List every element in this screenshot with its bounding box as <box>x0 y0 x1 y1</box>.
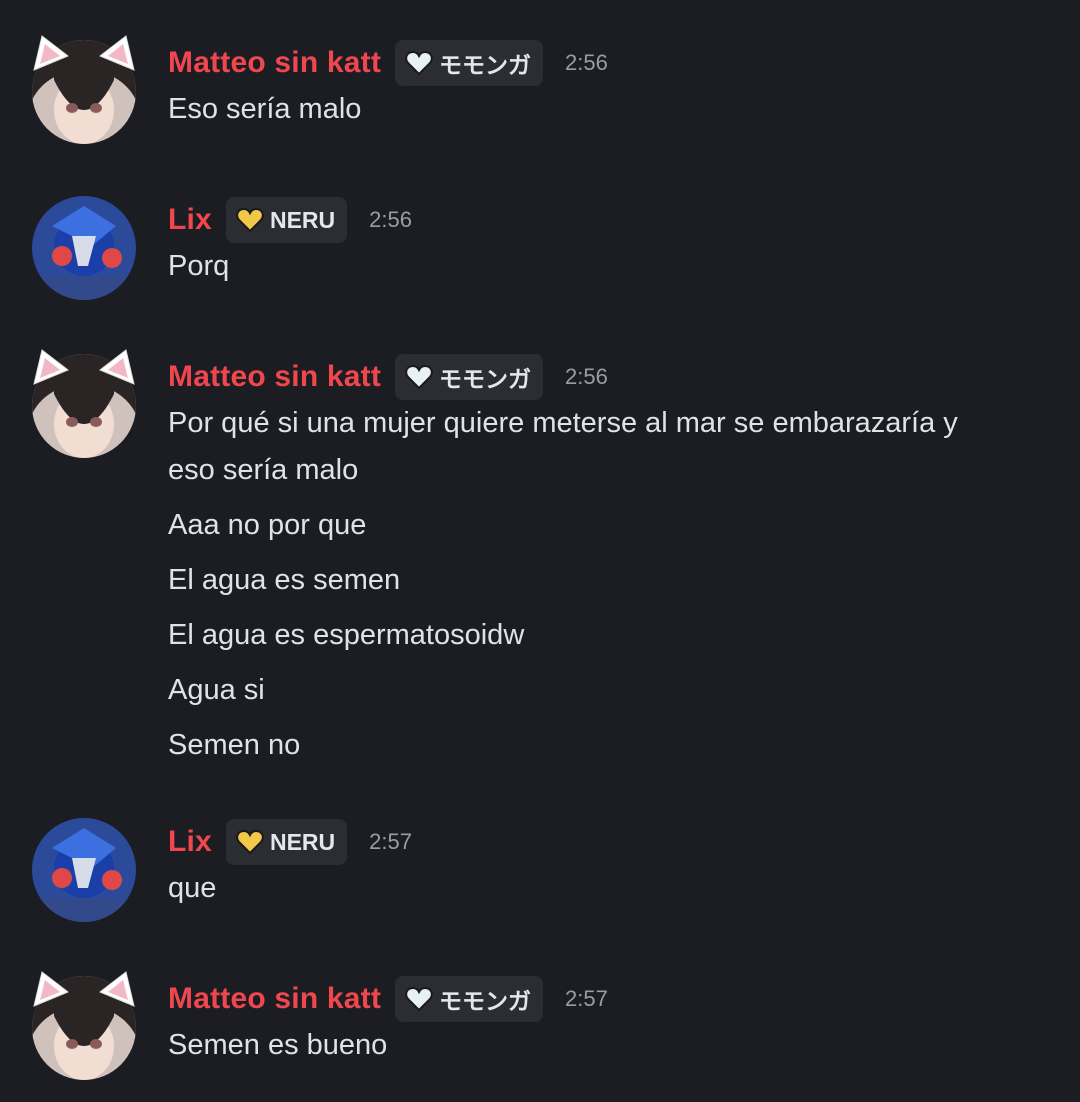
message-text: El agua es espermatosoidw <box>168 619 525 651</box>
message-text: que <box>168 872 217 904</box>
timestamp: 2:56 <box>369 207 412 232</box>
timestamp: 2:57 <box>565 986 608 1011</box>
cat-ears-icon <box>33 349 135 385</box>
cat-ears-icon <box>33 971 135 1007</box>
username[interactable]: Lix <box>168 825 212 859</box>
guild-tag-label: NERU <box>269 828 336 855</box>
message-text: Eso sería malo <box>168 93 362 125</box>
avatar-lix[interactable] <box>32 196 136 300</box>
message-text: Semen es bueno <box>168 1029 388 1061</box>
guild-tag-label: NERU <box>269 206 336 233</box>
username[interactable]: Matteo sin katt <box>168 360 381 394</box>
gold-heart-icon <box>236 829 264 855</box>
username[interactable]: Matteo sin katt <box>168 982 381 1016</box>
guild-tag[interactable]: NERU <box>225 197 348 243</box>
guild-tag-label: モモンガ <box>439 52 532 78</box>
message-text: Por qué si una mujer quiere meterse al m… <box>168 407 958 439</box>
white-heart-icon <box>405 364 433 390</box>
timestamp: 2:56 <box>565 50 608 75</box>
guild-tag-label: モモンガ <box>439 988 532 1014</box>
message-text: El agua es semen <box>168 564 401 596</box>
message-text: eso sería malo <box>168 454 359 486</box>
white-heart-icon <box>405 50 433 76</box>
guild-tag-label: モモンガ <box>439 366 532 392</box>
message-text: Porq <box>168 250 230 282</box>
avatar-lix[interactable] <box>32 818 136 922</box>
white-heart-icon <box>405 986 433 1012</box>
cat-ears-icon <box>33 35 135 71</box>
guild-tag[interactable]: モモンガ <box>395 976 544 1022</box>
timestamp: 2:57 <box>369 829 412 854</box>
guild-tag[interactable]: モモンガ <box>395 354 544 400</box>
username[interactable]: Matteo sin katt <box>168 46 381 80</box>
username[interactable]: Lix <box>168 203 212 237</box>
timestamp: 2:56 <box>565 364 608 389</box>
message-text: Semen no <box>168 729 301 761</box>
message-text: Agua si <box>168 674 265 706</box>
guild-tag[interactable]: NERU <box>225 819 348 865</box>
message-text: Aaa no por que <box>168 509 367 541</box>
gold-heart-icon <box>236 207 264 233</box>
guild-tag[interactable]: モモンガ <box>395 40 544 86</box>
